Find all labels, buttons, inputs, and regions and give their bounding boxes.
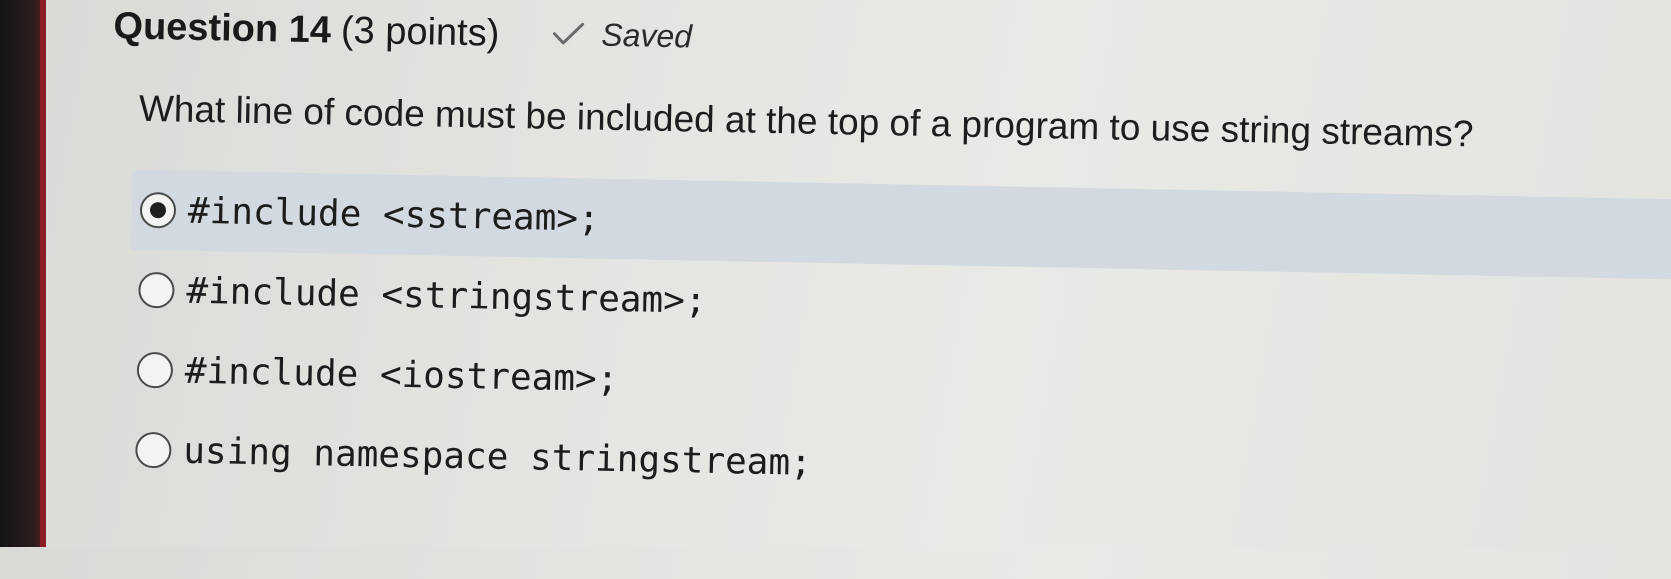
saved-status: Saved xyxy=(551,15,692,55)
saved-label: Saved xyxy=(601,16,693,54)
check-icon xyxy=(551,21,585,48)
answer-option-label: #include <stringstream>; xyxy=(186,270,707,322)
quiz-question-panel: Question 14 (3 points) Saved What line o… xyxy=(35,0,1671,578)
radio-button[interactable] xyxy=(138,271,175,309)
question-header: Question 14 (3 points) Saved xyxy=(113,5,692,59)
radio-dot-icon xyxy=(149,202,167,219)
radio-button-selected[interactable] xyxy=(139,191,177,229)
answer-option-label: #include <iostream>; xyxy=(184,350,619,400)
answer-option-label: #include <sstream>; xyxy=(187,190,601,240)
radio-button[interactable] xyxy=(136,351,174,389)
question-points: (3 points) xyxy=(340,9,500,55)
answer-options: #include <sstream>; #include <stringstre… xyxy=(127,169,1671,521)
question-title: Question 14 xyxy=(113,5,332,52)
radio-button[interactable] xyxy=(135,431,172,469)
answer-option-label: using namespace stringstream; xyxy=(182,430,813,484)
question-prompt: What line of code must be included at th… xyxy=(138,87,1474,155)
